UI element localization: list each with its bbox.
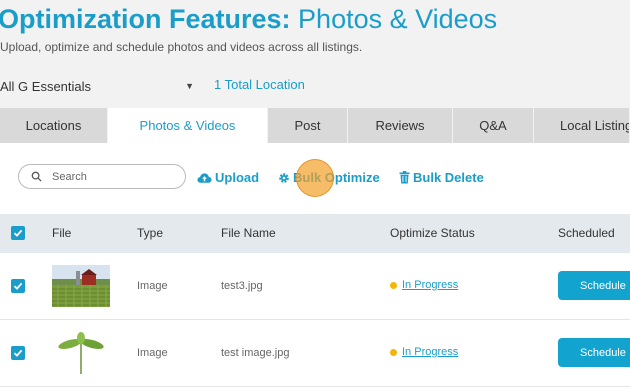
table-row: Image test3.jpg In Progress Schedule [0,253,630,320]
tab-local-listings[interactable]: Local Listings [534,108,630,143]
status-dot-icon [390,281,397,289]
table-header: File Type File Name Optimize Status Sche… [0,214,630,253]
row-file-name: test image.jpg [221,347,290,359]
plant-photo-image [52,332,110,374]
row-type: Image [137,280,168,292]
schedule-button[interactable]: Schedule [558,338,630,367]
row-file-name: test3.jpg [221,280,263,292]
check-icon [13,349,23,357]
page-subtitle: Upload, optimize and schedule photos and… [0,40,363,54]
upload-button[interactable]: Upload [197,170,259,185]
search-box[interactable] [18,164,186,189]
trash-icon [399,171,410,184]
farm-photo-image [52,265,110,307]
tab-post[interactable]: Post [268,108,348,143]
column-header-optimize-status: Optimize Status [390,226,475,240]
row-type: Image [137,347,168,359]
column-header-scheduled: Scheduled [558,226,615,240]
location-select-value: All G Essentials [0,78,92,94]
cloud-upload-icon [197,172,212,183]
upload-label: Upload [215,170,260,185]
check-icon [13,282,23,290]
photos-panel: Upload Bulk Optimize Bulk Delete File Ty… [0,143,630,387]
column-header-file-name: File Name [221,226,276,240]
row-checkbox[interactable] [11,346,25,360]
select-all-checkbox[interactable] [11,226,25,240]
tab-locations[interactable]: Locations [0,108,108,143]
tab-qa[interactable]: Q&A [453,108,534,143]
caret-down-icon: ▼ [185,81,194,91]
page-title: Optimization Features: Photos & Videos [0,2,497,36]
search-input[interactable] [50,169,174,184]
row-checkbox[interactable] [11,279,25,293]
column-header-type: Type [137,226,164,240]
search-icon [31,171,42,182]
location-select[interactable]: All G Essentials ▼ [0,76,196,96]
file-thumbnail[interactable] [52,332,110,374]
bulk-delete-button[interactable]: Bulk Delete [399,170,484,185]
status-link[interactable]: In Progress [402,346,458,358]
bulk-optimize-button[interactable]: Bulk Optimize [278,170,380,185]
schedule-button[interactable]: Schedule [558,271,630,300]
file-thumbnail[interactable] [52,265,110,307]
tab-reviews[interactable]: Reviews [348,108,453,143]
row-status[interactable]: In Progress [390,346,458,358]
title-bold: Optimization Features: [0,4,291,34]
check-icon [13,229,23,237]
row-status[interactable]: In Progress [390,279,458,291]
bulk-optimize-label: Bulk Optimize [293,170,380,185]
tab-bar: Locations Photos & Videos Post Reviews Q… [0,108,630,143]
gear-icon [279,172,289,183]
status-link[interactable]: In Progress [402,279,458,291]
total-locations-link[interactable]: 1 Total Location [214,77,305,92]
status-dot-icon [390,348,397,356]
tab-photos-videos[interactable]: Photos & Videos [108,108,268,143]
column-header-file: File [52,226,72,240]
title-light: Photos & Videos [298,4,498,34]
bulk-delete-label: Bulk Delete [413,170,484,185]
